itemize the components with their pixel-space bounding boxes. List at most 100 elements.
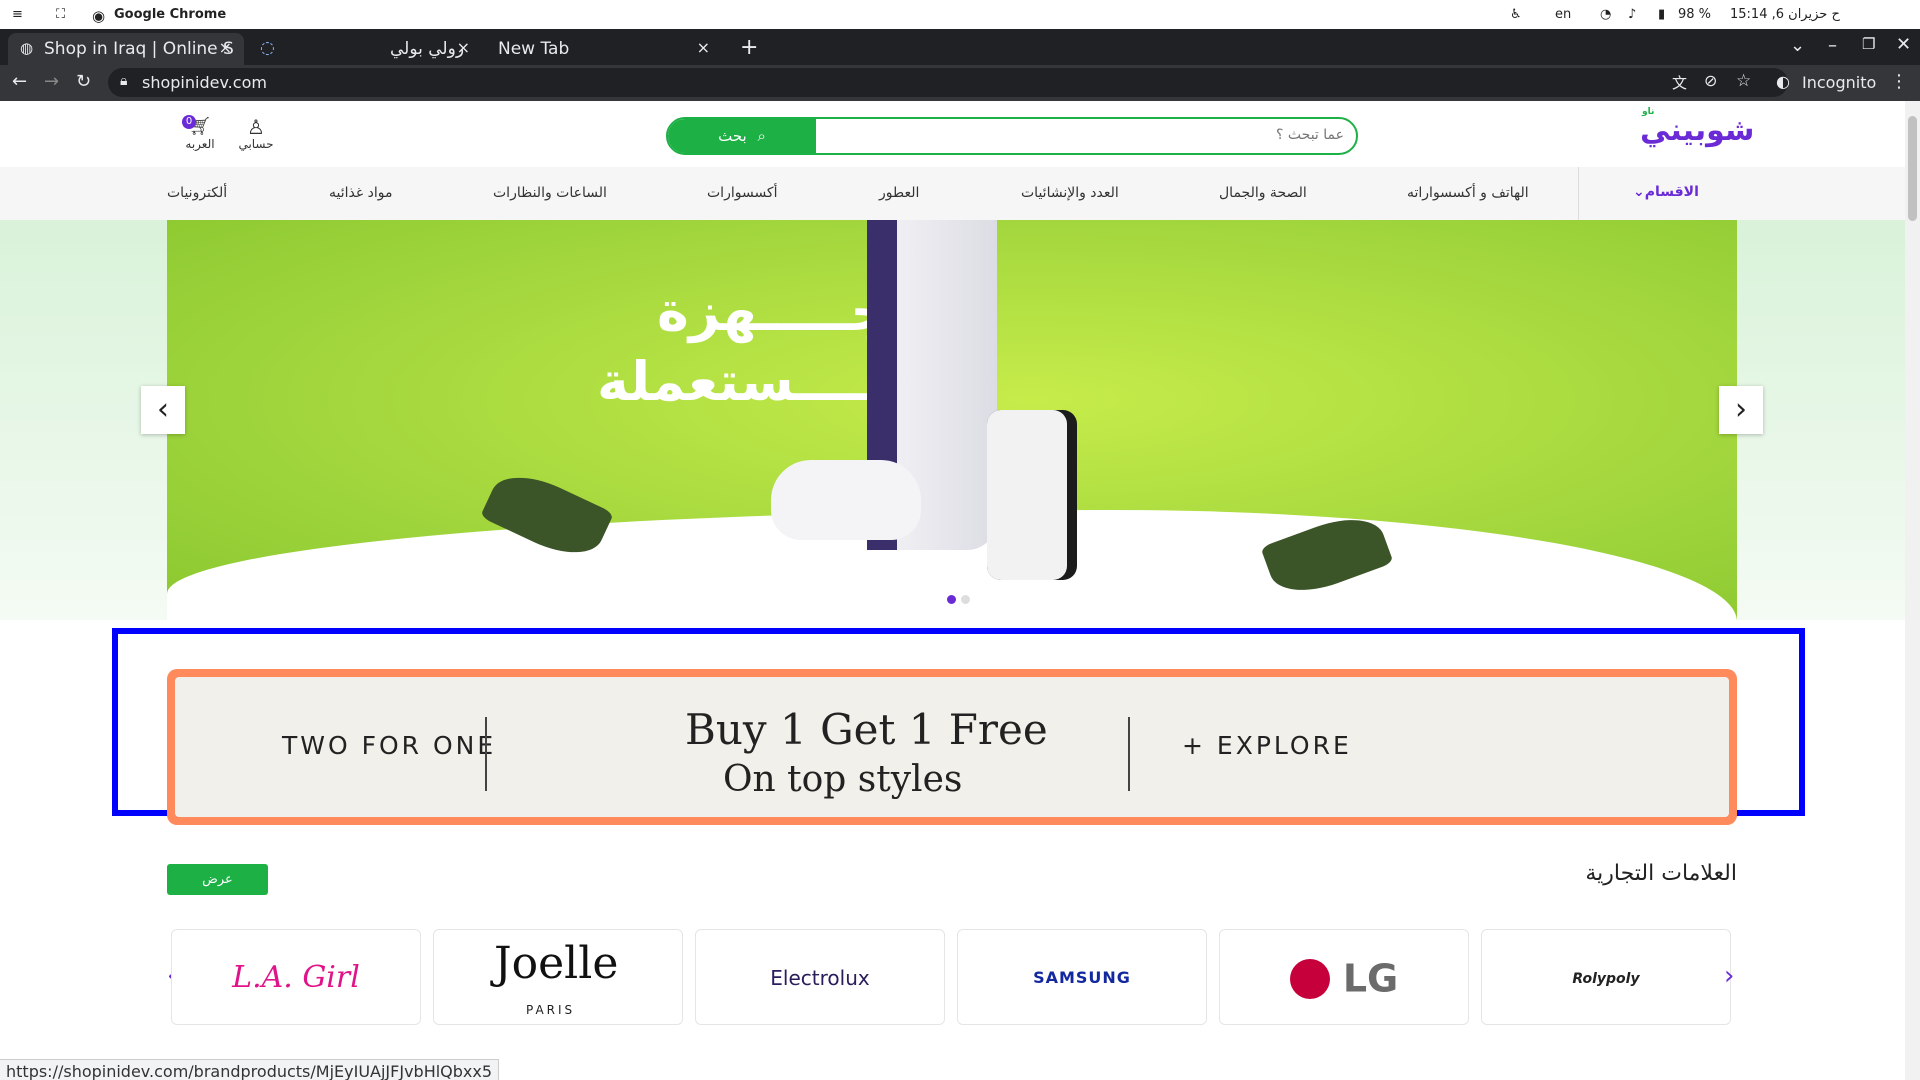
eye-off-icon[interactable]: ⊘	[1704, 71, 1717, 90]
status-bar-url: https://shopinidev.com/brandproducts/MjE…	[0, 1059, 500, 1080]
carousel-next-button[interactable]: ›	[1719, 386, 1763, 434]
carousel-dot[interactable]	[961, 595, 970, 604]
url-text[interactable]: shopinidev.com	[142, 73, 267, 92]
chrome-icon: ◉	[92, 7, 106, 25]
nav-item-electronics[interactable]: ألكترونيات	[167, 185, 227, 201]
search-button[interactable]: بحث ⌕	[668, 119, 816, 153]
tab-search-icon[interactable]: ⌄	[1790, 35, 1805, 56]
chevron-left-icon: ‹	[157, 392, 169, 427]
promo-left-text: TWO FOR ONE	[282, 731, 497, 760]
brand-card-electrolux[interactable]: Electrolux	[695, 929, 945, 1025]
page-viewport: ناو شوبيني بحث ⌕ ♙ حسابي 🛒︎ 0 العربه ألك…	[0, 101, 1905, 1080]
loading-icon: ◌	[260, 38, 275, 58]
promo-explore-link[interactable]: + EXPLORE	[1182, 731, 1352, 760]
categories-text: الاقسام	[1644, 184, 1699, 200]
battery-icon[interactable]: ▮	[1658, 7, 1665, 22]
brands-section-title: العلامات التجارية	[1585, 861, 1737, 886]
close-tab-icon[interactable]: ×	[697, 38, 710, 57]
nav-item-food[interactable]: مواد غذائيه	[329, 185, 393, 201]
brand-card-samsung[interactable]: SAMSUNG	[957, 929, 1207, 1025]
nav-item-phones[interactable]: الهاتف و أكسسواراته	[1407, 185, 1529, 201]
language-indicator[interactable]: en	[1555, 7, 1571, 22]
tab-title: New Tab	[498, 39, 570, 59]
browser-toolbar: ← → ↻ 🔒︎ shopinidev.com 文 ⊘ ☆ ◐ Incognit…	[0, 65, 1920, 101]
categories-dropdown[interactable]: ⌄الاقسام	[1578, 167, 1905, 220]
nav-item-tools[interactable]: العدد والإنشائيات	[1021, 185, 1119, 201]
nav-item-health-beauty[interactable]: الصحة والجمال	[1219, 185, 1307, 201]
battery-level: 98 %	[1678, 7, 1712, 22]
logo-text: شوبيني	[1640, 113, 1755, 148]
minimize-icon[interactable]: –	[1828, 35, 1837, 56]
site-logo[interactable]: ناو شوبيني	[1640, 107, 1755, 148]
brand-card-la-girl[interactable]: L.A. Girl	[171, 929, 421, 1025]
brands-next-arrow[interactable]: ›	[1724, 961, 1734, 991]
brand-logo-electrolux: Electrolux	[770, 966, 870, 990]
app-name: Google Chrome	[114, 7, 227, 22]
clock[interactable]: ح حزيران 6, 15:14	[1730, 7, 1840, 22]
reload-icon[interactable]: ↻	[76, 71, 91, 92]
wifi-icon[interactable]: ◔	[1600, 7, 1611, 22]
search-icon: ⌕	[757, 127, 766, 145]
bookmark-star-icon[interactable]: ☆	[1736, 71, 1751, 91]
search-input[interactable]	[822, 126, 1346, 144]
brand-card-lg[interactable]: LG	[1219, 929, 1469, 1025]
lg-circle-icon	[1289, 958, 1330, 999]
accessibility-icon[interactable]: ♿	[1510, 7, 1522, 22]
forward-icon[interactable]: →	[44, 71, 59, 92]
cart-link[interactable]: 🛒︎ 0 العربه	[178, 115, 222, 151]
brand-logo-lg: LG	[1342, 956, 1399, 1001]
globe-icon: ◍	[20, 39, 34, 57]
tab-shop-in-iraq[interactable]: ◍ Shop in Iraq | Online S ×	[8, 33, 244, 65]
user-icon: ♙	[247, 115, 265, 139]
nav-item-watches[interactable]: الساعات والنظارات	[493, 185, 607, 201]
os-top-bar: ≡ ⛶ ◉ Google Chrome ♿ en ◔ ♪ ▮ 98 % ح حز…	[0, 0, 1920, 29]
site-header: ناو شوبيني بحث ⌕ ♙ حسابي 🛒︎ 0 العربه	[0, 101, 1905, 168]
search-button-label: بحث	[718, 127, 747, 145]
tab-title: رولي بولي	[390, 39, 465, 59]
incognito-icon: ◐	[1776, 72, 1790, 91]
cart-icon: 🛒︎ 0	[178, 115, 222, 137]
translate-icon[interactable]: 文	[1672, 72, 1687, 93]
promo-inner: TWO FOR ONE Buy 1 Get 1 Free On top styl…	[175, 677, 1729, 817]
account-link[interactable]: ♙ حسابي	[234, 117, 278, 151]
address-bar[interactable]: 🔒︎ shopinidev.com 文 ⊘ ☆	[108, 68, 1788, 97]
tab-rolypoly[interactable]: ◌ رولي بولي ×	[250, 33, 482, 65]
show-all-brands-button[interactable]: عرض	[167, 864, 268, 895]
brand-logo-rolypoly: Rolypoly	[1572, 971, 1640, 987]
more-menu-icon[interactable]: ⋮	[1890, 71, 1908, 92]
close-tab-icon[interactable]: ×	[219, 38, 232, 57]
promo-banner[interactable]: TWO FOR ONE Buy 1 Get 1 Free On top styl…	[167, 669, 1737, 825]
logo-sub: ناو	[1642, 107, 1655, 117]
lock-icon[interactable]: 🔒︎	[120, 73, 127, 89]
promo-divider	[485, 717, 487, 791]
brand-card-joelle[interactable]: Joelle PARIS	[433, 929, 683, 1025]
carousel-prev-button[interactable]: ‹	[141, 386, 185, 434]
incognito-badge[interactable]: ◐ Incognito	[1772, 68, 1880, 97]
volume-icon[interactable]: ♪	[1628, 7, 1636, 22]
brand-sub-paris: PARIS	[526, 1003, 576, 1017]
search-bar: بحث ⌕	[666, 117, 1358, 155]
chevron-down-icon: ⌄	[1633, 184, 1645, 200]
tab-strip: ◍ Shop in Iraq | Online S × ◌ رولي بولي …	[0, 29, 1920, 65]
page-scrollbar[interactable]	[1905, 101, 1920, 1080]
categories-label: ⌄الاقسام	[1633, 184, 1699, 200]
nav-item-accessories[interactable]: أكسسوارات	[707, 185, 778, 201]
hero-banner[interactable]: الأجـــــهزة المـــــستعملة	[167, 220, 1737, 620]
menu-icon[interactable]: ≡	[12, 7, 23, 22]
promo-title: Buy 1 Get 1 Free	[685, 705, 1048, 754]
phone-image	[987, 410, 1067, 580]
profile-label: Incognito	[1802, 73, 1877, 92]
nav-item-perfumes[interactable]: العطور	[879, 185, 919, 201]
close-window-icon[interactable]: ✕	[1896, 34, 1911, 55]
scrollbar-thumb[interactable]	[1908, 116, 1917, 221]
back-icon[interactable]: ←	[12, 71, 27, 92]
restore-icon[interactable]: ❐	[1862, 35, 1875, 53]
carousel-dot-active[interactable]	[947, 595, 956, 604]
chevron-right-icon: ›	[1735, 392, 1747, 427]
brand-card-rolypoly[interactable]: Rolypoly	[1481, 929, 1731, 1025]
new-tab-button[interactable]: +	[740, 35, 758, 60]
tab-new-tab[interactable]: New Tab ×	[490, 33, 722, 65]
close-tab-icon[interactable]: ×	[457, 38, 470, 57]
controller-image	[771, 460, 921, 540]
fullscreen-icon[interactable]: ⛶	[56, 7, 65, 22]
